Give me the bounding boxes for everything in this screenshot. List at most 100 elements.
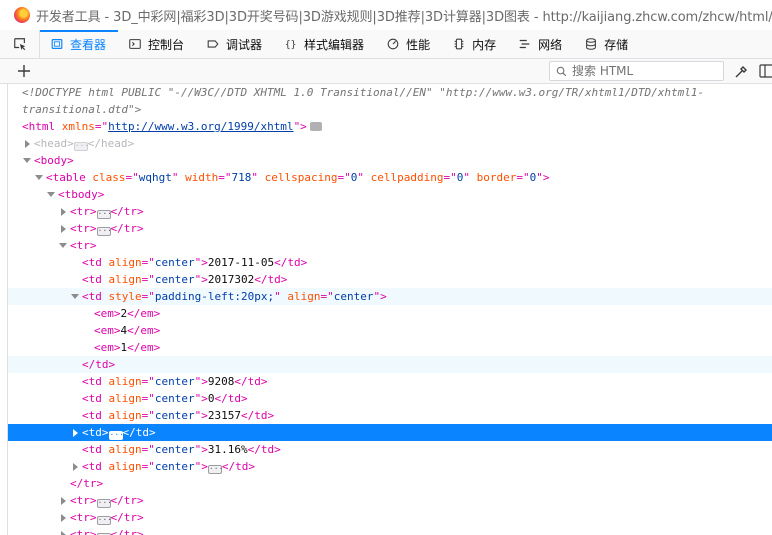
tree-node-body[interactable]: <body> xyxy=(8,152,772,169)
tree-node-td-expanded[interactable]: <td style="padding-left:20px;" align="ce… xyxy=(8,288,772,305)
doctype-text-line1: <!DOCTYPE html PUBLIC "-//W3C//DTD XHTML… xyxy=(22,86,705,99)
tab-style-editor[interactable]: {} 样式编辑器 xyxy=(274,30,376,58)
tree-node-table[interactable]: <table class="wqhgt" width="718" cellspa… xyxy=(8,169,772,186)
tab-debugger[interactable]: 调试器 xyxy=(196,30,274,58)
doctype-text-line2: transitional.dtd"> xyxy=(22,103,142,116)
td-align-value: center xyxy=(154,409,195,422)
tree-node-doctype[interactable]: <!DOCTYPE html PUBLIC "-//W3C//DTD XHTML… xyxy=(8,84,772,101)
td-align-value: center xyxy=(333,290,374,303)
collapsed-children-icon[interactable]: ··· xyxy=(96,516,112,525)
expand-td-twisty[interactable] xyxy=(70,458,80,475)
collapse-tbody-twisty[interactable] xyxy=(46,186,56,203)
td-text: 2017-11-05 xyxy=(207,256,275,269)
tree-node-tr[interactable]: <tr>···</tr> xyxy=(8,509,772,526)
tab-network[interactable]: 网络 xyxy=(508,30,574,58)
memory-icon xyxy=(454,38,464,50)
td-align-value: center xyxy=(154,375,195,388)
expand-tr-twisty[interactable] xyxy=(58,526,68,535)
tab-performance-label: 性能 xyxy=(406,37,431,52)
collapse-tr-twisty[interactable] xyxy=(58,237,68,254)
svg-text:{}: {} xyxy=(285,40,297,51)
performance-icon xyxy=(387,38,399,50)
firefox-logo-icon xyxy=(14,7,30,23)
expand-tr-twisty[interactable] xyxy=(58,220,68,237)
expand-head-twisty[interactable] xyxy=(22,135,32,152)
collapsed-children-icon[interactable]: ··· xyxy=(73,142,89,151)
tree-node-td[interactable]: <td align="center">0</td> xyxy=(8,390,772,407)
td-align-value: center xyxy=(154,443,195,456)
event-badge-icon[interactable] xyxy=(309,122,322,131)
tree-node-tr-expanded[interactable]: <tr> xyxy=(8,237,772,254)
html-search-input[interactable] xyxy=(572,64,712,78)
collapse-td-twisty[interactable] xyxy=(70,288,80,305)
tree-node-doctype-continued: transitional.dtd"> xyxy=(8,101,772,118)
tree-node-td[interactable]: <td align="center">31.16%</td> xyxy=(8,441,772,458)
network-icon xyxy=(519,39,530,49)
expand-tr-twisty[interactable] xyxy=(58,203,68,220)
tab-memory-label: 内存 xyxy=(472,37,497,52)
window-titlebar: 开发者工具 - 3D_中彩网|福彩3D|3D开奖号码|3D游戏规则|3D推荐|3… xyxy=(0,0,772,30)
collapsed-children-icon[interactable]: ··· xyxy=(108,431,124,440)
tree-node-tr[interactable]: <tr>···</tr> xyxy=(8,203,772,220)
tree-node-em[interactable]: <em>4</em> xyxy=(8,322,772,339)
tab-inspector[interactable]: 查看器 xyxy=(40,30,119,58)
collapsed-children-icon[interactable]: ··· xyxy=(207,465,223,474)
tab-debugger-label: 调试器 xyxy=(226,37,263,52)
tree-node-tr[interactable]: <tr>···</tr> xyxy=(8,526,772,535)
collapsed-children-icon[interactable]: ··· xyxy=(96,210,112,219)
collapsed-children-icon[interactable]: ··· xyxy=(96,499,112,508)
tree-node-td-close[interactable]: </td> xyxy=(8,356,772,373)
td-text: 23157 xyxy=(207,409,241,422)
collapse-body-twisty[interactable] xyxy=(22,152,32,169)
tree-node-tbody[interactable]: <tbody> xyxy=(8,186,772,203)
tab-storage[interactable]: 存储 xyxy=(574,30,640,58)
html-xmlns-value[interactable]: http://www.w3.org/1999/xhtml xyxy=(108,120,293,133)
tree-node-em[interactable]: <em>2</em> xyxy=(8,305,772,322)
element-picker-button[interactable] xyxy=(0,30,40,58)
td-align-value: center xyxy=(154,256,195,269)
td-text: 9208 xyxy=(207,375,235,388)
tab-storage-label: 存储 xyxy=(604,37,629,52)
html-search-box[interactable] xyxy=(549,61,724,81)
element-picker-icon xyxy=(13,38,25,51)
td-text: 2017302 xyxy=(207,273,255,286)
tab-memory[interactable]: 内存 xyxy=(442,30,508,58)
debugger-icon xyxy=(207,40,219,48)
collapsed-children-icon[interactable]: ··· xyxy=(96,227,112,236)
tree-node-tr[interactable]: <tr>···</tr> xyxy=(8,220,772,237)
tab-inspector-label: 查看器 xyxy=(70,37,107,52)
eyedropper-icon[interactable] xyxy=(733,64,749,80)
tree-node-td-selected[interactable]: <td>···</td> xyxy=(8,424,772,441)
tree-node-td[interactable]: <td align="center">23157</td> xyxy=(8,407,772,424)
devtools-tabbar: 查看器 控制台 调试器 {} 样式编辑器 性能 内存 网络 存储 xyxy=(0,30,772,59)
add-node-button[interactable] xyxy=(16,63,32,79)
tree-node-html[interactable]: <html xmlns="http://www.w3.org/1999/xhtm… xyxy=(8,118,772,135)
window-title: 开发者工具 - 3D_中彩网|福彩3D|3D开奖号码|3D游戏规则|3D推荐|3… xyxy=(36,9,772,25)
tree-node-em[interactable]: <em>1</em> xyxy=(8,339,772,356)
inspector-icon xyxy=(51,39,63,49)
td-align-value: center xyxy=(154,460,195,473)
sidebar-toggle-icon[interactable] xyxy=(759,64,772,78)
tab-style-editor-label: 样式编辑器 xyxy=(304,37,365,52)
td-text: 0 xyxy=(207,392,215,405)
tree-node-td[interactable]: <td align="center">9208</td> xyxy=(8,373,772,390)
tree-node-head[interactable]: <head>···</head> xyxy=(8,135,772,152)
table-class-value: wqhgt xyxy=(138,171,172,184)
tab-performance[interactable]: 性能 xyxy=(376,30,442,58)
expand-tr-twisty[interactable] xyxy=(58,509,68,526)
tree-node-td[interactable]: <td align="center">2017302</td> xyxy=(8,271,772,288)
console-icon xyxy=(129,39,141,49)
expand-tr-twisty[interactable] xyxy=(58,492,68,509)
search-icon xyxy=(556,66,567,76)
expand-td-twisty[interactable] xyxy=(70,424,80,441)
table-width-value: 718 xyxy=(231,171,252,184)
tree-node-tr-close[interactable]: </tr> xyxy=(8,475,772,492)
collapse-table-twisty[interactable] xyxy=(34,169,44,186)
storage-icon xyxy=(586,38,597,50)
tree-node-tr[interactable]: <tr>···</tr> xyxy=(8,492,772,509)
markup-tree[interactable]: <!DOCTYPE html PUBLIC "-//W3C//DTD XHTML… xyxy=(7,84,772,535)
tree-node-td[interactable]: <td align="center">2017-11-05</td> xyxy=(8,254,772,271)
tab-console[interactable]: 控制台 xyxy=(118,30,196,58)
tree-node-td[interactable]: <td align="center">···</td> xyxy=(8,458,772,475)
td-align-value: center xyxy=(154,273,195,286)
